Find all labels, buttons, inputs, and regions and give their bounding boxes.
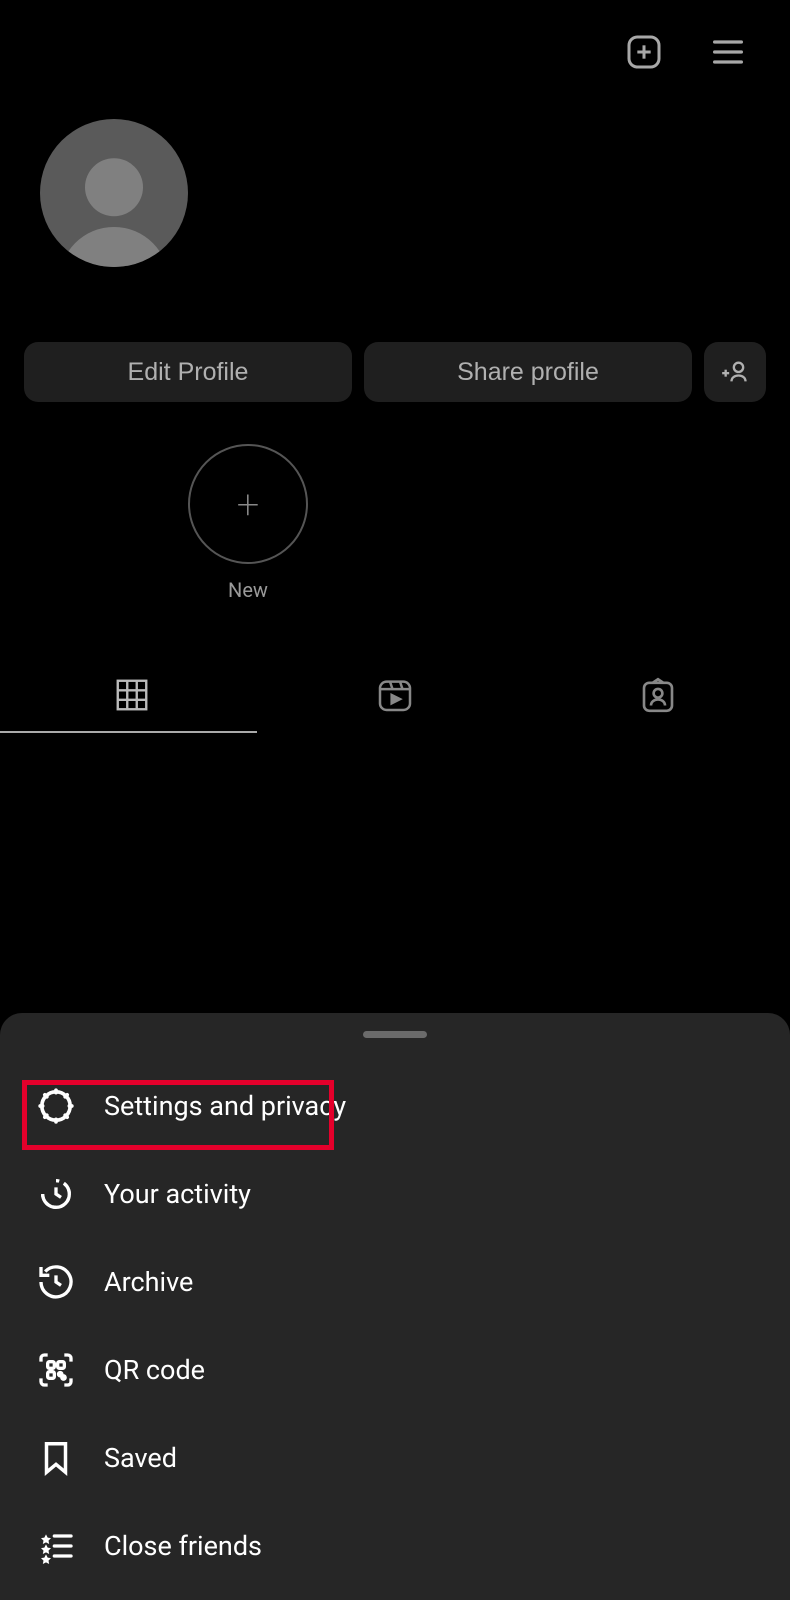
content-area <box>0 731 790 965</box>
bookmark-icon <box>36 1438 76 1478</box>
plus-icon: + <box>237 481 260 528</box>
highlight-label: New <box>228 578 268 602</box>
menu-icon[interactable] <box>706 30 750 74</box>
profile-buttons-row: Edit Profile Share profile <box>0 342 790 402</box>
menu-saved[interactable]: Saved <box>0 1414 790 1502</box>
sheet-handle[interactable] <box>363 1031 427 1038</box>
menu-label: Your activity <box>104 1178 251 1210</box>
menu-close-friends[interactable]: Close friends <box>0 1502 790 1590</box>
menu-label: QR code <box>104 1354 205 1386</box>
menu-label: Saved <box>104 1442 177 1474</box>
menu-label: Settings and privacy <box>104 1090 346 1122</box>
highlights-section: + New <box>0 402 790 602</box>
bottom-sheet: Settings and privacy Your activity Archi… <box>0 1013 790 1600</box>
menu-settings[interactable]: Settings and privacy <box>0 1062 790 1150</box>
new-highlight[interactable]: + New <box>188 444 308 602</box>
archive-icon <box>36 1262 76 1302</box>
avatar[interactable] <box>40 119 188 267</box>
gear-icon <box>36 1086 76 1126</box>
profile-section <box>0 119 790 267</box>
menu-label: Close friends <box>104 1530 262 1562</box>
share-profile-button[interactable]: Share profile <box>364 342 692 402</box>
create-post-icon[interactable] <box>622 30 666 74</box>
tab-grid[interactable] <box>0 660 263 730</box>
menu-qrcode[interactable]: QR code <box>0 1326 790 1414</box>
add-friend-button[interactable] <box>704 342 766 402</box>
menu-archive[interactable]: Archive <box>0 1238 790 1326</box>
menu-activity[interactable]: Your activity <box>0 1150 790 1238</box>
edit-profile-button[interactable]: Edit Profile <box>24 342 352 402</box>
tab-tagged[interactable] <box>527 660 790 730</box>
tab-reels[interactable] <box>263 660 526 730</box>
close-friends-icon <box>36 1526 76 1566</box>
menu-label: Archive <box>104 1266 193 1298</box>
content-tabs <box>0 660 790 731</box>
header <box>0 0 790 94</box>
qrcode-icon <box>36 1350 76 1390</box>
activity-icon <box>36 1174 76 1214</box>
